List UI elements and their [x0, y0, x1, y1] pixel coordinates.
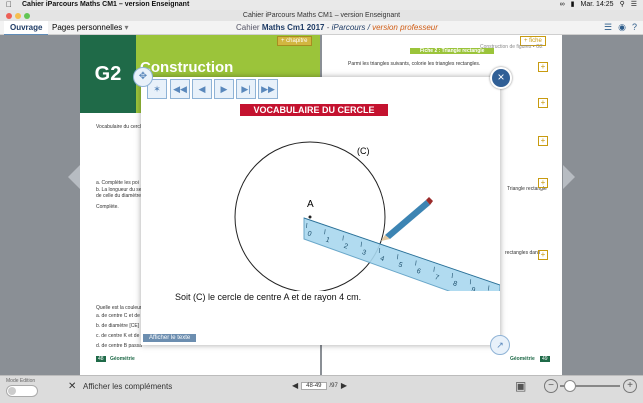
app-toolbar: Ouvrage Pages personnelles ▾ Cahier Math…	[0, 21, 643, 36]
popup-caption: Soit (C) le cercle de centre A et de ray…	[175, 292, 362, 302]
doc-title-prof: version professeur	[369, 23, 438, 32]
ruler: 012345678910	[303, 217, 500, 291]
exercise-1: Parmi les triangles suivants, colorie le…	[348, 61, 481, 67]
clock[interactable]: Mar. 14:25	[581, 0, 614, 10]
pencil-icon	[381, 197, 433, 241]
right-page-number: 49	[540, 356, 550, 362]
move-icon[interactable]: ✥	[133, 67, 153, 87]
toggle-knob	[8, 387, 16, 395]
complete-line-3: de celle du diamètre	[96, 193, 142, 199]
previous-page-icon[interactable]: ◀	[292, 381, 298, 390]
page-navigation: ◀ 48-49 /97 ▶	[292, 381, 347, 390]
chapter-heading: Construction	[140, 59, 234, 76]
tab-pages-personnelles[interactable]: Pages personnelles ▾	[46, 21, 135, 34]
menu-icon[interactable]: ☰	[631, 0, 637, 10]
right-footer-label: Géométrie	[510, 356, 535, 362]
left-page-number: 48	[96, 356, 106, 362]
menubar-status: ∞ ▮ Mar. 14:25 ⚲ ☰	[560, 0, 637, 10]
last-icon[interactable]: ▶▶	[258, 79, 278, 99]
center-label: A	[307, 199, 314, 210]
circle-diagram: 012345678910	[234, 141, 500, 291]
chapter-badge: G2	[80, 35, 136, 113]
zoom-window-icon[interactable]	[24, 13, 30, 19]
document-title: Cahier Maths Cm1 2017 - iParcours / vers…	[236, 21, 438, 34]
doc-title-sub: iParcours /	[331, 23, 370, 32]
close-window-icon[interactable]	[6, 13, 12, 19]
close-icon[interactable]: ×	[490, 67, 512, 89]
play-icon[interactable]: ▶	[214, 79, 234, 99]
page-total: /97	[329, 382, 338, 389]
circle-label: (C)	[357, 146, 370, 156]
tab-pages-label: Pages personnelles	[52, 23, 123, 32]
afficher-complements-label[interactable]: Afficher les compléments	[83, 382, 172, 391]
battery-icon[interactable]: ▮	[571, 0, 575, 10]
next-page-icon[interactable]: ▶	[341, 381, 347, 390]
question-b: b. de diamètre [CE]	[96, 323, 140, 329]
close-icon[interactable]: ✕	[68, 381, 76, 392]
zoom-in-icon[interactable]: +	[623, 379, 637, 393]
fiche-subtitle: Construction de figures • G2	[480, 44, 543, 50]
add-icon[interactable]: +	[538, 250, 548, 260]
chapitre-button[interactable]: + chapitre	[277, 36, 312, 46]
window-title: Cahier iParcours Maths CM1 – version Ens…	[242, 12, 401, 19]
window-titlebar: Cahier iParcours Maths CM1 – version Ens…	[0, 10, 643, 21]
eye-icon[interactable]: ◉	[618, 21, 626, 34]
add-icon[interactable]: +	[538, 178, 548, 188]
toolbar-icons: ☰ ◉ ?	[604, 21, 637, 34]
camera-icon[interactable]: ▣	[515, 379, 526, 393]
show-text-button[interactable]: Afficher le texte	[143, 334, 197, 342]
rectangles-label: rectangles dans	[505, 250, 541, 256]
search-icon[interactable]: ⚲	[620, 0, 625, 10]
doc-title-sep: -	[324, 23, 332, 32]
tab-ouvrage[interactable]: Ouvrage	[4, 21, 49, 36]
doc-title-prefix: Cahier	[236, 23, 260, 32]
question-color: Quelle est la couleur	[96, 305, 142, 311]
minimize-window-icon[interactable]	[15, 13, 21, 19]
ex-label: Vocabulaire du cercle	[96, 124, 144, 130]
add-icon[interactable]: +	[538, 136, 548, 146]
completing-label: Complète.	[96, 204, 119, 210]
help-icon[interactable]: ?	[632, 21, 637, 34]
zoom-out-icon[interactable]: −	[544, 379, 558, 393]
resize-icon[interactable]: ↗	[490, 335, 510, 355]
apple-icon[interactable]: 	[6, 0, 12, 10]
chevron-down-icon: ▾	[124, 23, 129, 32]
mode-edition-toggle[interactable]	[6, 385, 38, 397]
center-point	[308, 215, 312, 219]
first-icon[interactable]: ◀◀	[170, 79, 190, 99]
add-icon[interactable]: +	[538, 62, 548, 72]
page-input[interactable]: 48-49	[301, 381, 327, 390]
question-d: d. de centre B passa	[96, 343, 142, 349]
mode-edition-label: Mode Edition	[6, 378, 36, 384]
app-menu-name[interactable]: Cahier iParcours Maths CM1 – version Ens…	[22, 0, 189, 10]
list-icon[interactable]: ☰	[604, 21, 612, 34]
add-icon[interactable]: +	[538, 98, 548, 108]
doc-title-main: Maths Cm1 2017	[261, 23, 325, 32]
prev-icon[interactable]: ◀	[192, 79, 212, 99]
wifi-icon[interactable]: ∞	[560, 0, 565, 10]
next-icon[interactable]: ▶|	[236, 79, 256, 99]
complete-line-1: a. Complète les poi	[96, 180, 139, 186]
question-a: a. de centre C et de	[96, 313, 140, 319]
next-page-arrow[interactable]	[563, 165, 575, 189]
zoom-slider-handle[interactable]	[564, 380, 576, 392]
previous-page-arrow[interactable]	[68, 165, 80, 189]
left-footer-label: Géométrie	[110, 356, 135, 362]
question-c: c. de centre K et de	[96, 333, 140, 339]
